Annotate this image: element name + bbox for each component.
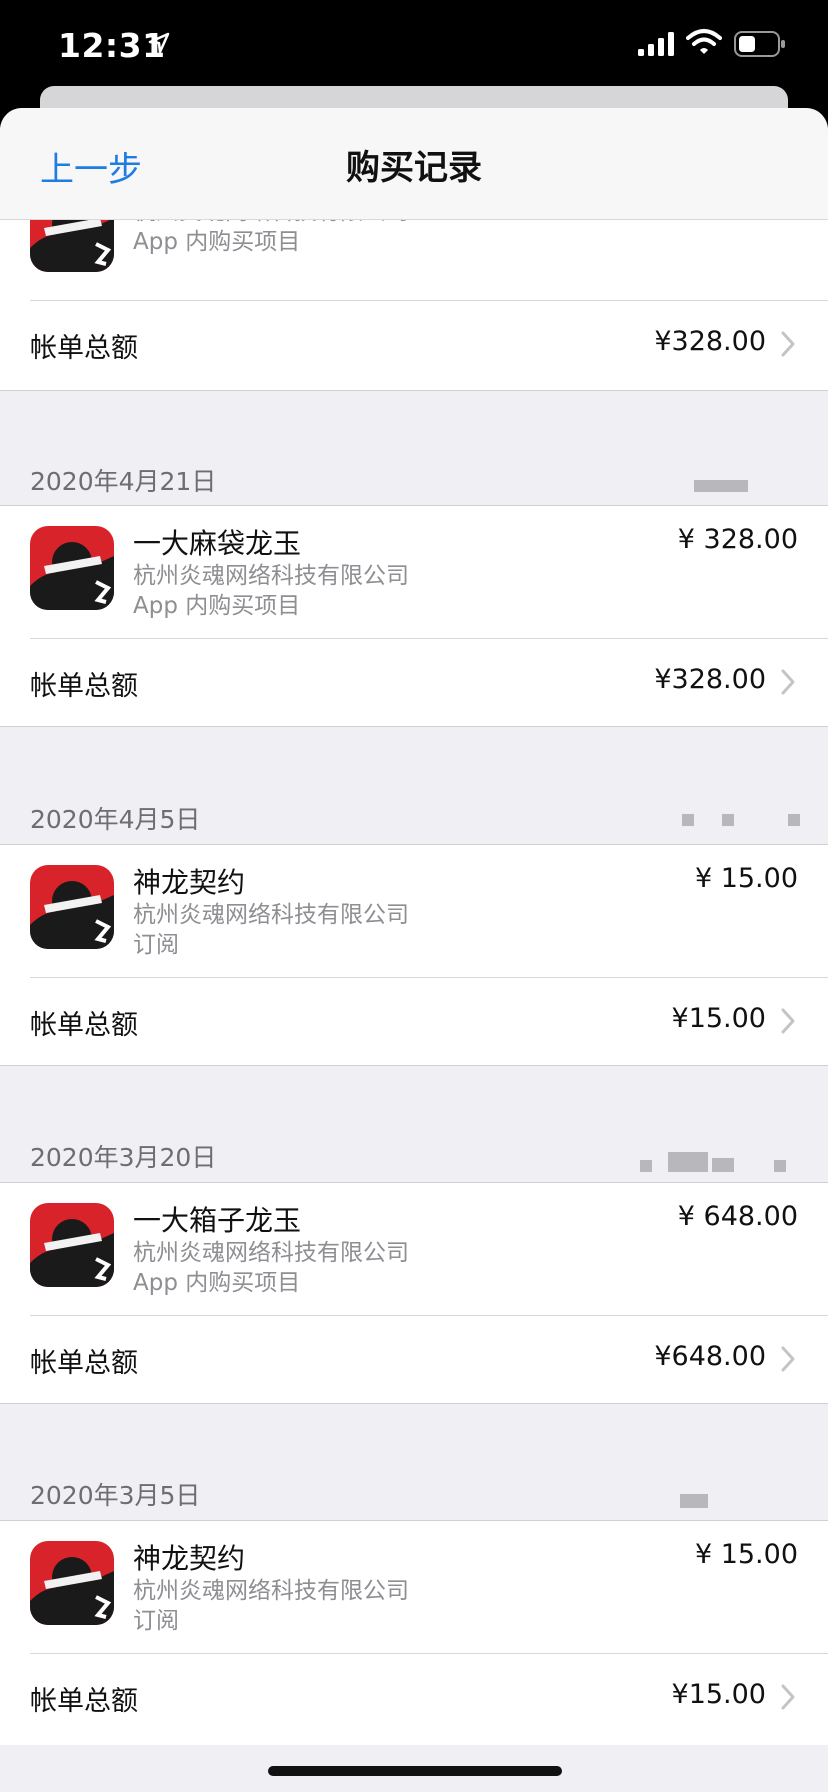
total-label: 帐单总额 [30,1686,138,1717]
item-company: 杭州炎魂网络科技有限公司 [133,902,409,928]
chevron-right-icon [781,1008,795,1034]
item-company: 杭州炎魂网络科技有限公司 [133,1578,409,1604]
chevron-right-icon [781,1346,795,1372]
total-label: 帐单总额 [30,1348,138,1379]
chevron-right-icon [781,1684,795,1710]
item-price: ¥ 15.00 [694,1539,798,1570]
total-label: 帐单总额 [30,333,138,364]
home-indicator[interactable] [268,1766,562,1776]
purchase-item[interactable]: 一大麻袋龙玉 杭州炎魂网络科技有限公司 App 内购买项目 ¥ 328.00 [0,506,828,638]
item-price: ¥ 648.00 [677,1201,798,1232]
total-amount: ¥328.00 [654,664,766,695]
redacted-mark [682,814,694,826]
ninja-app-icon [30,1203,114,1287]
separator [0,390,828,391]
total-amount: ¥648.00 [654,1341,766,1372]
item-type: App 内购买项目 [133,229,301,255]
navigation-bar: 上一步 购买记录 [0,108,828,220]
wifi-icon [686,29,722,54]
separator [0,726,828,727]
bill-total-row[interactable]: 帐单总额 ¥648.00 [0,1315,828,1405]
date-header: 2020年3月20日 [30,1143,217,1172]
purchase-list[interactable]: 杭州炎魂网络科技有限公司 App 内购买项目 帐单总额 ¥328.00 2020… [0,108,828,1792]
separator [0,1065,828,1066]
purchase-block: 一大麻袋龙玉 杭州炎魂网络科技有限公司 App 内购买项目 ¥ 328.00 帐… [0,506,828,726]
total-amount: ¥15.00 [671,1003,766,1034]
ninja-app-icon [30,526,114,610]
ninja-app-icon [30,865,114,949]
date-header: 2020年4月5日 [30,805,201,834]
item-price: ¥ 328.00 [677,524,798,555]
location-arrow-icon [148,32,170,54]
date-header: 2020年4月21日 [30,467,217,496]
redacted-mark [788,814,800,826]
bill-total-row[interactable]: 帐单总额 ¥328.00 [0,300,828,390]
purchase-item[interactable]: 神龙契约 杭州炎魂网络科技有限公司 订阅 ¥ 15.00 [0,1521,828,1653]
cellular-signal-icon [638,32,674,56]
redacted-mark [774,1160,786,1172]
date-header: 2020年3月5日 [30,1481,201,1510]
redacted-mark [694,480,748,492]
total-amount: ¥15.00 [671,1679,766,1710]
bill-total-row[interactable]: 帐单总额 ¥15.00 [0,977,828,1067]
purchase-block: 神龙契约 杭州炎魂网络科技有限公司 订阅 ¥ 15.00 帐单总额 ¥15.00 [0,1521,828,1745]
redacted-mark [668,1152,708,1172]
item-type: 订阅 [133,1608,179,1634]
battery-icon [734,31,785,57]
chevron-right-icon [781,331,795,357]
chevron-right-icon [781,669,795,695]
total-label: 帐单总额 [30,671,138,702]
ninja-app-icon [30,1541,114,1625]
bill-total-row[interactable]: 帐单总额 ¥328.00 [0,638,828,728]
item-company: 杭州炎魂网络科技有限公司 [133,1240,409,1266]
item-type: App 内购买项目 [133,1270,301,1296]
total-label: 帐单总额 [30,1010,138,1041]
item-type: App 内购买项目 [133,593,301,619]
redacted-mark [722,814,734,826]
bill-total-row[interactable]: 帐单总额 ¥15.00 [0,1653,828,1743]
total-amount: ¥328.00 [654,326,766,357]
item-type: 订阅 [133,932,179,958]
item-company: 杭州炎魂网络科技有限公司 [133,563,409,589]
redacted-mark [640,1160,652,1172]
status-bar: 12:31 [0,0,828,90]
separator [0,1403,828,1404]
redacted-mark [680,1494,708,1508]
redacted-mark [712,1158,734,1172]
item-price: ¥ 15.00 [694,863,798,894]
purchase-item[interactable]: 一大箱子龙玉 杭州炎魂网络科技有限公司 App 内购买项目 ¥ 648.00 [0,1183,828,1315]
page-title: 购买记录 [346,148,482,188]
purchase-history-sheet: 上一步 购买记录 杭州炎魂网络科技有限公司 App 内购买项目 [0,108,828,1792]
purchase-block: 神龙契约 杭州炎魂网络科技有限公司 订阅 ¥ 15.00 帐单总额 ¥15.00 [0,845,828,1065]
purchase-block: 一大箱子龙玉 杭州炎魂网络科技有限公司 App 内购买项目 ¥ 648.00 帐… [0,1183,828,1403]
purchase-item[interactable]: 神龙契约 杭州炎魂网络科技有限公司 订阅 ¥ 15.00 [0,845,828,977]
